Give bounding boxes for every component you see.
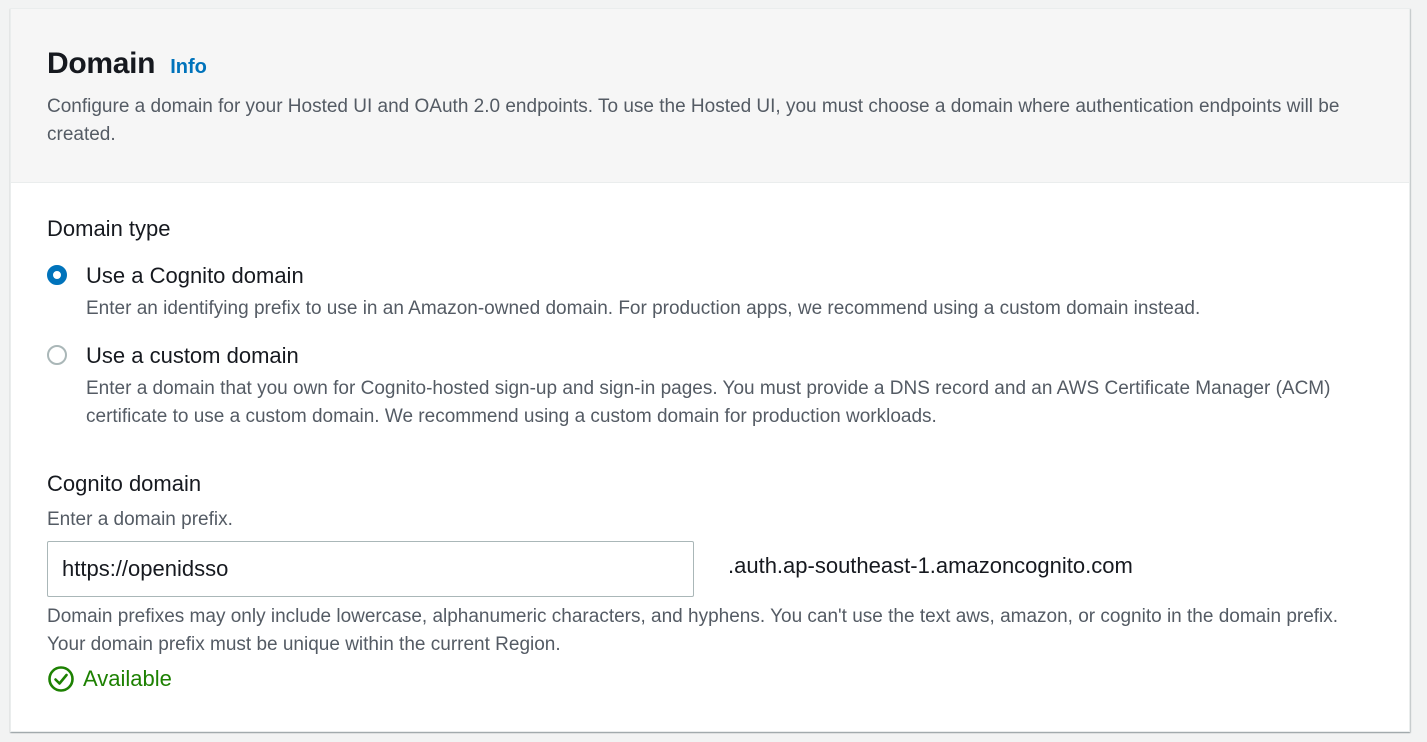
domain-type-label: Domain type <box>47 216 171 241</box>
panel-description: Configure a domain for your Hosted UI an… <box>47 96 1340 145</box>
availability-status-text: Available <box>83 666 172 691</box>
check-circle-icon <box>47 665 75 693</box>
domain-prefix-input[interactable] <box>47 541 694 597</box>
domain-settings-panel: Domain Info Configure a domain for your … <box>10 8 1410 732</box>
cognito-domain-hint: Enter a domain prefix. <box>47 509 233 530</box>
panel-title: Domain <box>47 47 156 80</box>
domain-constraint-text: Domain prefixes may only include lowerca… <box>47 606 1339 655</box>
radio-option-cognito-domain[interactable]: Use a Cognito domain Enter an identifyin… <box>47 262 1386 323</box>
cognito-domain-label: Cognito domain <box>47 471 202 496</box>
info-link[interactable]: Info <box>170 56 207 79</box>
radio-description-custom-domain: Enter a domain that you own for Cognito-… <box>86 378 1331 427</box>
title-row: Domain Info <box>47 47 207 81</box>
radio-button-custom-domain[interactable] <box>47 345 67 365</box>
radio-label-custom-domain[interactable]: Use a custom domain <box>86 342 1346 370</box>
radio-label-cognito-domain[interactable]: Use a Cognito domain <box>86 262 1386 290</box>
radio-option-custom-domain[interactable]: Use a custom domain Enter a domain that … <box>47 342 1346 431</box>
availability-status: Available <box>47 665 172 693</box>
radio-description-cognito-domain: Enter an identifying prefix to use in an… <box>86 298 1201 319</box>
radio-button-cognito-domain[interactable] <box>47 265 67 285</box>
domain-suffix: .auth.ap-southeast-1.amazoncognito.com <box>728 553 1133 578</box>
panel-header: Domain Info Configure a domain for your … <box>11 9 1409 183</box>
